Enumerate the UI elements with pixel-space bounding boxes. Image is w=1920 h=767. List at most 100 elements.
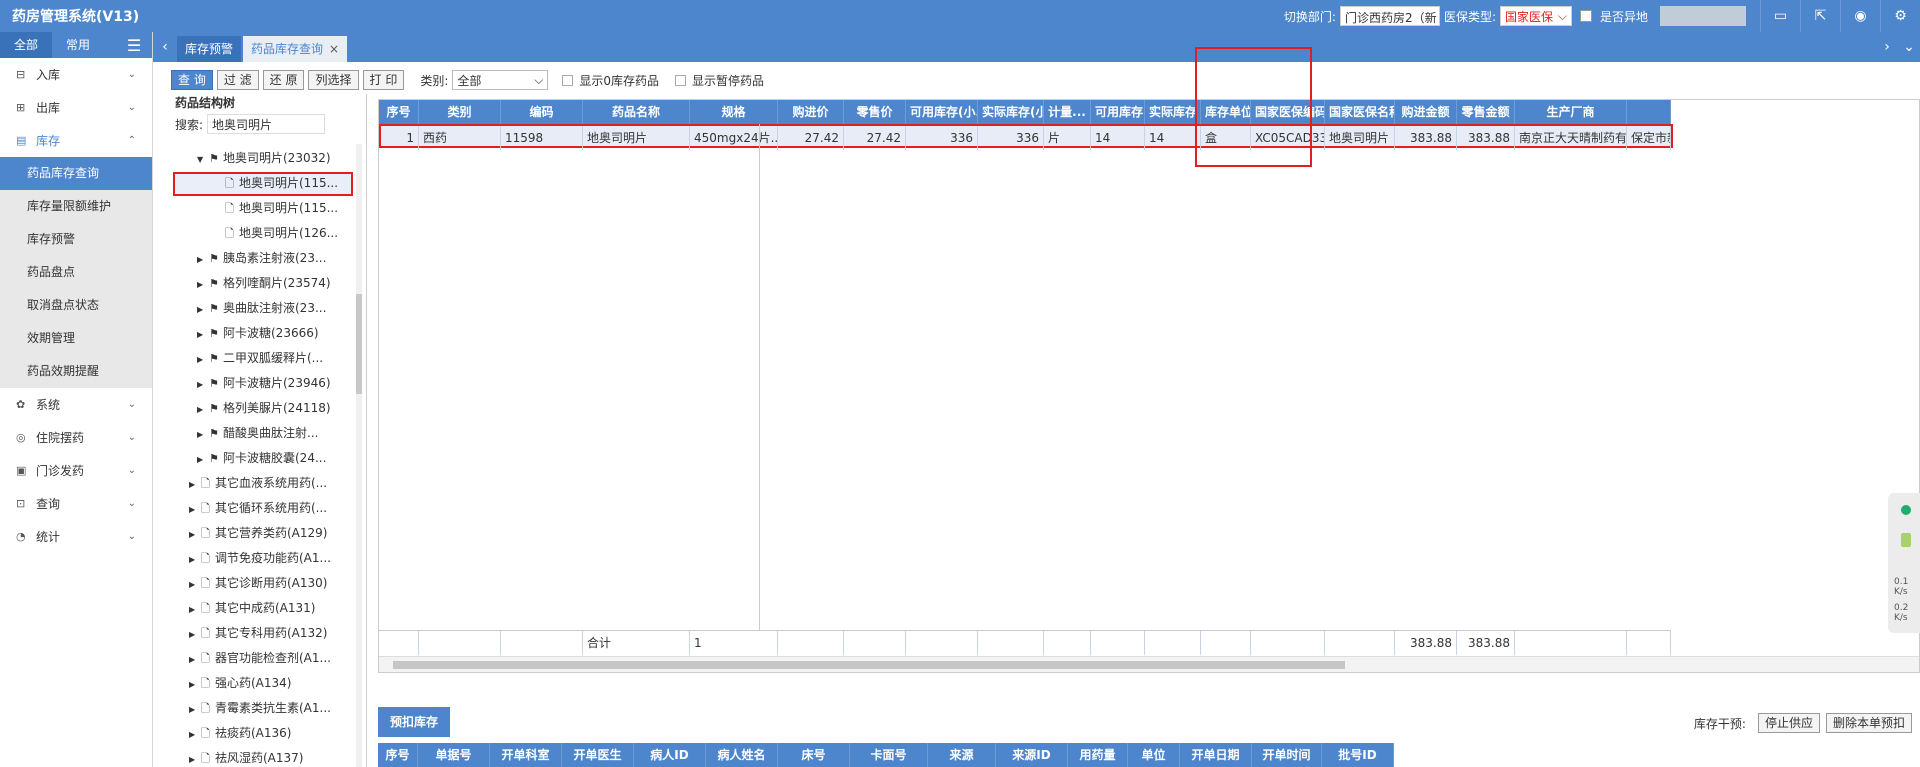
tree-node[interactable]: ▶ ⚑ 格列喹酮片(23574) [197,271,331,296]
column-header[interactable]: 开单日期 [1180,743,1252,767]
print-button[interactable]: 打 印 [362,70,405,90]
tree-node[interactable]: ▶ 🗋 青霉素类抗生素(A1... [189,696,331,721]
sidebar-item-cancel-stocktake[interactable]: 取消盘点状态 [0,289,152,322]
tab-scroll-left-icon[interactable]: ‹ [153,32,177,62]
sidebar-item-stock-warning[interactable]: 库存预警 [0,223,152,256]
tree-node[interactable]: 🗋 地奥司明片(115... [213,171,338,196]
delete-reservation-button[interactable]: 删除本单预扣 [1825,713,1912,733]
tree-node[interactable]: ▶ ⚑ 格列美脲片(24118) [197,396,331,421]
user-info-box[interactable] [1660,6,1746,26]
tree-node[interactable]: ▼ ⚑ 地奥司明片(23032) [197,146,331,171]
caret-right-icon[interactable]: ▶ [189,747,201,767]
caret-right-icon[interactable]: ▶ [189,497,201,522]
tree-scrollbar[interactable] [356,144,362,767]
column-header[interactable]: 生产厂商 [1515,100,1627,124]
sidebar-item-stock-query[interactable]: 药品库存查询 [0,157,152,190]
column-select-button[interactable]: 列选择 [308,70,359,90]
category-select[interactable]: 全部 ⌵ [452,70,549,90]
column-header[interactable]: 序号 [379,100,419,124]
caret-right-icon[interactable]: ▶ [197,322,209,347]
remote-checkbox[interactable] [1579,10,1592,22]
caret-right-icon[interactable]: ▶ [189,472,201,497]
eye-icon[interactable]: ◉ [1840,0,1880,32]
tree-node[interactable]: ▶ ⚑ 奥曲肽注射液(23... [197,296,326,321]
gear-icon[interactable]: ⚙ [1880,0,1920,32]
column-header[interactable]: 可用库存(小... [906,100,978,124]
column-header[interactable]: 规格 [690,100,778,124]
tab-scroll-right-icon[interactable]: › [1876,39,1898,55]
sidebar-tab-all[interactable]: 全部 [0,32,52,58]
tree-node[interactable]: ▶ 🗋 其它营养类药(A129) [189,521,327,546]
tab-stock-query[interactable]: 药品库存查询 × [243,36,348,62]
column-header[interactable]: 实际库存 [1145,100,1201,124]
caret-right-icon[interactable]: ▶ [197,422,209,447]
column-header[interactable]: 开单医生 [562,743,634,767]
tree-node[interactable]: ▶ 🗋 祛痰药(A136) [189,721,291,746]
tree-node[interactable]: ▶ ⚑ 胰岛素注射液(23... [197,246,326,271]
sidebar-group-outbound[interactable]: ⊞ 出库 ⌄ [0,91,152,124]
caret-right-icon[interactable]: ▶ [189,522,201,547]
sidebar-item-stocktake[interactable]: 药品盘点 [0,256,152,289]
caret-right-icon[interactable]: ▶ [189,597,201,622]
caret-down-icon[interactable]: ▼ [197,147,209,172]
query-button[interactable]: 查 询 [171,70,213,90]
network-speed-widget[interactable]: 0.1 K/s 0.2 K/s [1888,493,1920,633]
column-header[interactable]: 序号 [378,743,418,767]
caret-right-icon[interactable]: ▶ [197,297,209,322]
caret-right-icon[interactable]: ▶ [189,697,201,722]
tree-scrollbar-thumb[interactable] [356,294,362,394]
sidebar-group-system[interactable]: ✿ 系统 ⌄ [0,388,152,421]
sidebar-item-stock-limit[interactable]: 库存量限额维护 [0,190,152,223]
tree-node[interactable]: ▶ 🗋 其它循环系统用药(... [189,496,327,521]
sidebar-tab-common[interactable]: 常用 [52,32,104,58]
caret-right-icon[interactable]: ▶ [189,672,201,697]
caret-right-icon[interactable]: ▶ [189,622,201,647]
column-header[interactable]: 购进金额 [1395,100,1457,124]
restore-button[interactable]: 还 原 [262,70,305,90]
column-header[interactable]: 开单时间 [1252,743,1322,767]
tree-node[interactable]: ▶ 🗋 其它中成药(A131) [189,596,315,621]
tree-node[interactable]: ▶ ⚑ 阿卡波糖片(23946) [197,371,331,396]
tree-node[interactable]: ▶ 🗋 祛风湿药(A137) [189,746,303,767]
sidebar-item-expiry-reminder[interactable]: 药品效期提醒 [0,355,152,388]
tab-stock-warning[interactable]: 库存预警 [177,36,242,62]
tree-node[interactable]: ▶ 🗋 其它诊断用药(A130) [189,571,327,596]
caret-right-icon[interactable]: ▶ [189,722,201,747]
column-header[interactable]: 卡面号 [850,743,928,767]
table-row[interactable]: 1 西药 11598 地奥司明片 450mgx24片... 27.42 27.42 336 33… [379,124,1673,150]
stop-supply-button[interactable]: 停止供应 [1757,713,1820,733]
show-zero-checkbox[interactable] [562,74,574,86]
sidebar-group-inbound[interactable]: ⊟ 入库 ⌄ [0,58,152,91]
column-header[interactable]: 来源ID [996,743,1068,767]
caret-right-icon[interactable]: ▶ [189,647,201,672]
sidebar-group-outpatient[interactable]: ▣ 门诊发药 ⌄ [0,454,152,487]
tree-node[interactable]: ▶ 🗋 其它血液系统用药(... [189,471,327,496]
column-header[interactable]: 国家医保名称 [1325,100,1395,124]
column-header[interactable]: 零售价 [844,100,906,124]
column-header[interactable]: 可用库存 [1091,100,1145,124]
column-header[interactable]: 单据号 [418,743,490,767]
tab-menu-icon[interactable]: ⌄ [1898,39,1920,55]
sidebar-group-inpatient[interactable]: ◎ 住院摆药 ⌄ [0,421,152,454]
column-header[interactable]: 零售金额 [1457,100,1515,124]
tree-node[interactable]: ▶ ⚑ 阿卡波糖胶囊(24... [197,446,326,471]
column-header[interactable]: 药品名称 [583,100,690,124]
sidebar-group-stats[interactable]: ◔ 统计 ⌄ [0,520,152,553]
column-header[interactable]: 购进价 [778,100,844,124]
column-header[interactable]: 单位 [1128,743,1180,767]
show-paused-checkbox[interactable] [675,74,687,86]
grid-hscrollbar-thumb[interactable] [393,661,1345,669]
insurance-select[interactable]: 国家医保 ⌵ [1499,6,1572,26]
column-header[interactable]: 床号 [778,743,850,767]
column-header[interactable]: 编码 [501,100,583,124]
column-header[interactable]: 开单科室 [490,743,562,767]
column-header[interactable]: 病人姓名 [706,743,778,767]
column-header[interactable]: 计量... [1044,100,1091,124]
filter-button[interactable]: 过 滤 [216,70,259,90]
sidebar-group-query[interactable]: ⊡ 查询 ⌄ [0,487,152,520]
column-header[interactable]: 类别 [419,100,501,124]
caret-right-icon[interactable]: ▶ [197,372,209,397]
show-zero-stock-toggle[interactable]: 显示0库存药品 [562,72,659,89]
caret-right-icon[interactable]: ▶ [189,547,201,572]
show-paused-toggle[interactable]: 显示暂停药品 [675,72,764,89]
